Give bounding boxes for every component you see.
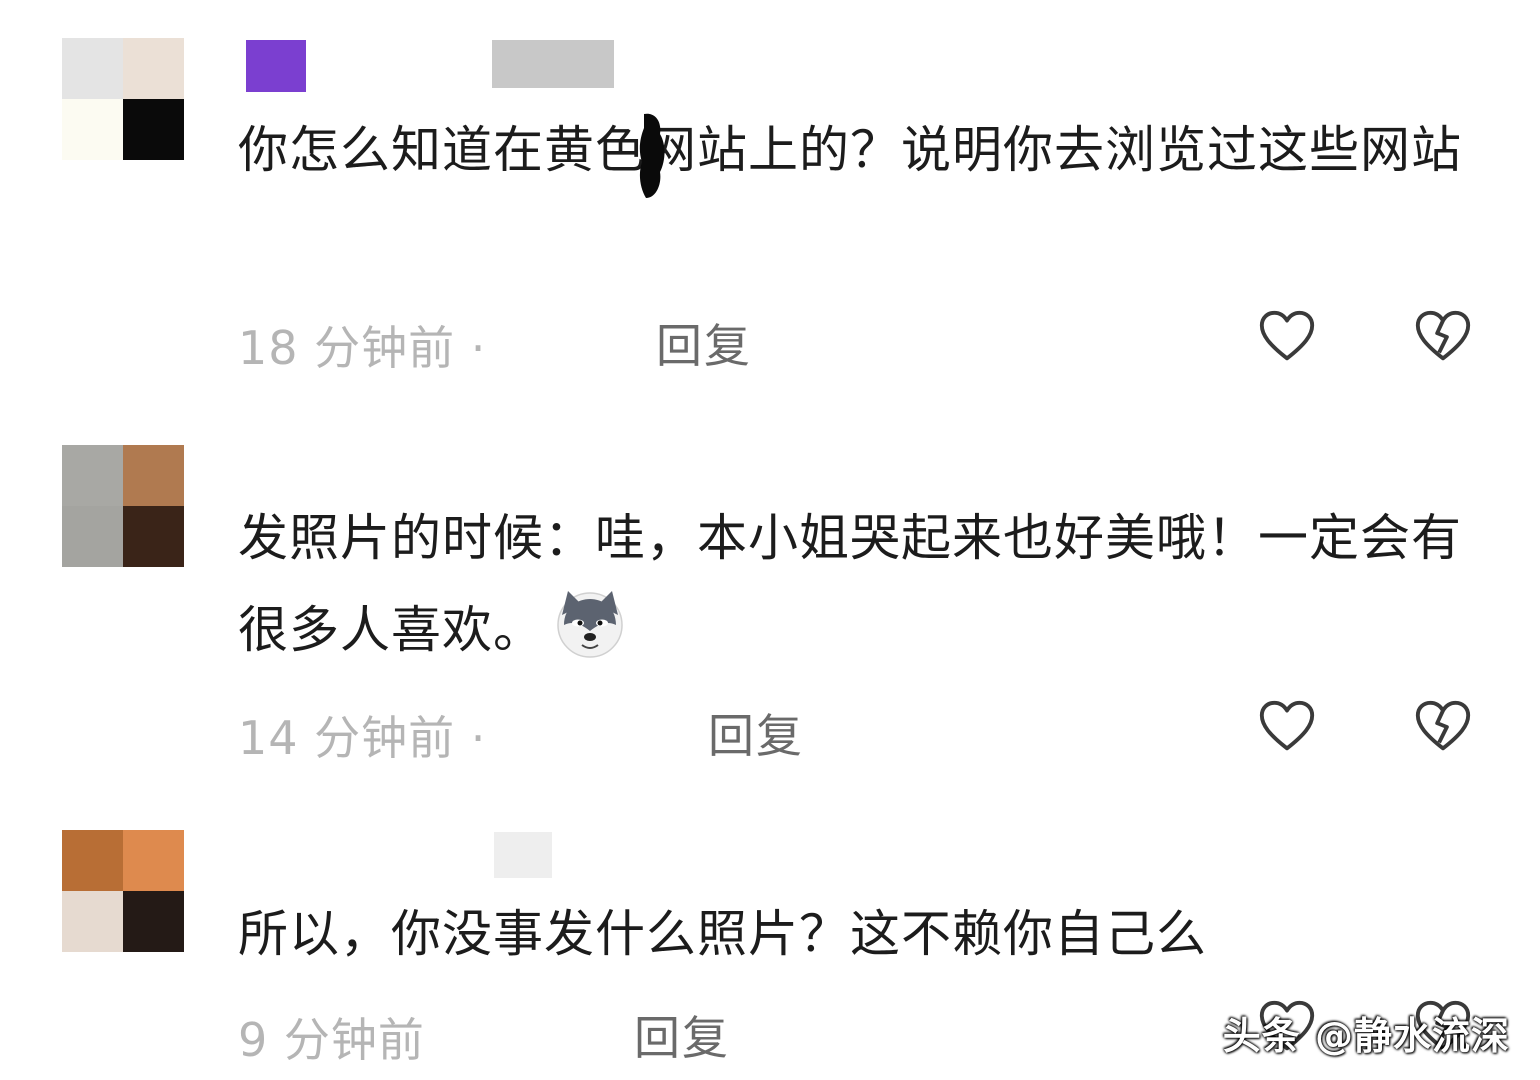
comment-text: 所以，你没事发什么照片？这不赖你自己么 — [238, 905, 1207, 963]
reply-button[interactable]: 回复 — [708, 700, 804, 766]
avatar-pixel — [62, 38, 123, 99]
comment-text: 你怎么知道在黄色网站上的？说明你去浏览过这些网站 — [238, 121, 1462, 179]
user-tag-blurred — [492, 40, 614, 88]
comment-list: 你怎么知道在黄色网站上的？说明你去浏览过这些网站 18 分钟前 · 回复 发照片… — [0, 0, 1540, 1080]
comment-time: 9 分钟前 — [238, 1013, 425, 1067]
comment-time: 14 分钟前 · — [238, 711, 487, 765]
avatar[interactable] — [62, 38, 184, 160]
censor-mark — [636, 110, 670, 202]
avatar-pixel — [123, 99, 184, 160]
like-button[interactable] — [1256, 306, 1318, 368]
reply-button[interactable]: 回复 — [634, 1002, 730, 1068]
comment-item: 发照片的时候：哇，本小姐哭起来也好美哦！一定会有很多人喜欢。 14 分钟前 · … — [0, 400, 1540, 800]
broken-heart-icon — [1415, 700, 1471, 751]
reply-button[interactable]: 回复 — [656, 310, 752, 376]
comment-text-content: 发照片的时候：哇，本小姐哭起来也好美哦！一定会有很多人喜欢。 — [238, 509, 1462, 659]
avatar-pixel — [62, 99, 123, 160]
like-button[interactable] — [1256, 696, 1318, 758]
avatar-pixel — [123, 830, 184, 891]
husky-emoji — [552, 585, 628, 661]
watermark: 头条 @静水流深 — [1222, 1014, 1510, 1058]
avatar[interactable] — [62, 445, 184, 567]
avatar-pixel — [62, 830, 123, 891]
comment-item: 你怎么知道在黄色网站上的？说明你去浏览过这些网站 18 分钟前 · 回复 — [0, 0, 1540, 400]
avatar-pixel — [62, 506, 123, 567]
dislike-button[interactable] — [1412, 696, 1474, 758]
avatar-pixel — [123, 445, 184, 506]
username-blurred[interactable] — [246, 40, 306, 92]
heart-outline-icon — [1259, 700, 1315, 751]
heart-outline-icon — [1259, 310, 1315, 361]
avatar-pixel — [123, 38, 184, 99]
avatar-pixel — [123, 891, 184, 952]
dislike-button[interactable] — [1412, 306, 1474, 368]
comment-time: 18 分钟前 · — [238, 321, 487, 375]
username-blurred[interactable] — [494, 832, 552, 878]
avatar-pixel — [123, 506, 184, 567]
broken-heart-icon — [1415, 310, 1471, 361]
avatar-pixel — [62, 445, 123, 506]
comment-text: 发照片的时候：哇，本小姐哭起来也好美哦！一定会有很多人喜欢。 — [238, 492, 1468, 676]
avatar[interactable] — [62, 830, 184, 952]
avatar-pixel — [62, 891, 123, 952]
